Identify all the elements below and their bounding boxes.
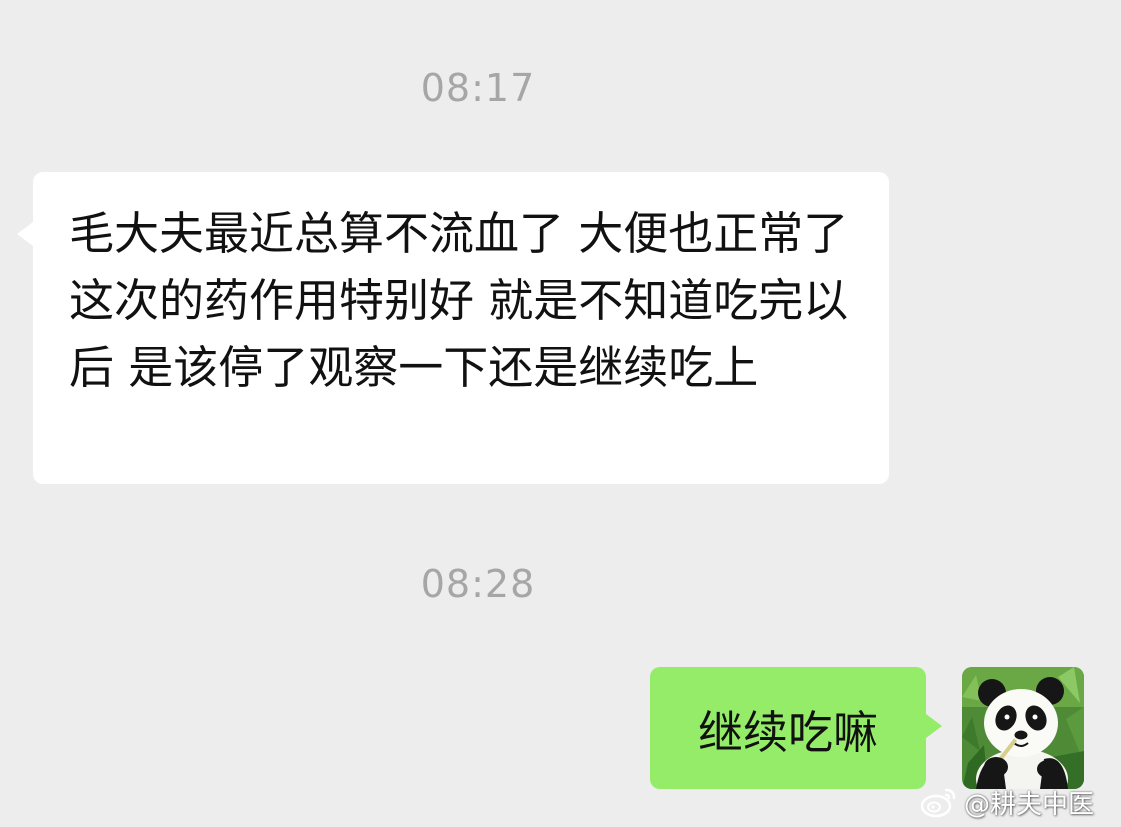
user-avatar[interactable] <box>962 667 1084 789</box>
message-timestamp: 08:28 <box>420 562 536 606</box>
watermark: @耕夫中医 <box>920 782 1094 822</box>
message-text: 继续吃嘛 <box>697 705 878 759</box>
weibo-icon <box>920 788 956 818</box>
watermark-text: @耕夫中医 <box>964 789 1095 820</box>
message-text: 毛大夫最近总算不流血了 大便也正常了 这次的药作用特别好 就是不知道吃完以后 是… <box>69 207 849 394</box>
message-timestamp: 08:17 <box>420 66 536 110</box>
outgoing-message-bubble[interactable]: 继续吃嘛 <box>650 667 942 789</box>
panda-avatar-image <box>962 667 1084 789</box>
incoming-message-bubble[interactable]: 毛大夫最近总算不流血了 大便也正常了 这次的药作用特别好 就是不知道吃完以后 是… <box>17 172 889 484</box>
